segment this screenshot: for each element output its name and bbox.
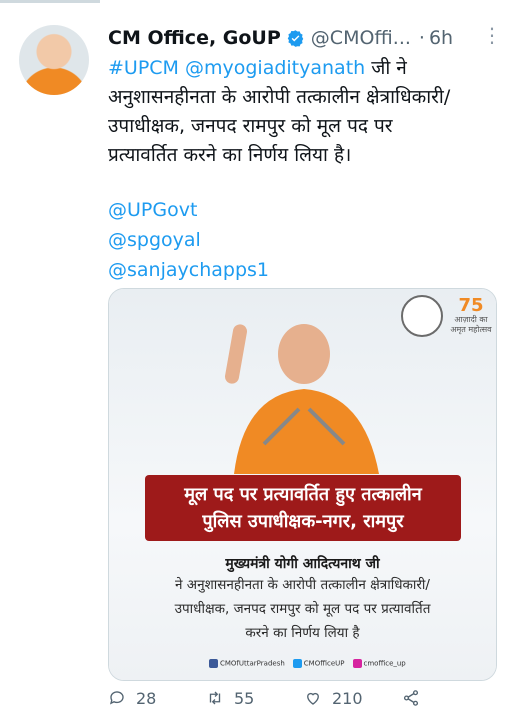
tweet-text-line: प्रत्यावर्तित करने का निर्णय लिया है। — [108, 144, 352, 166]
tweet-text: #UPCM @myogiadityanath जी ने अनुशासनहीनत… — [108, 54, 500, 170]
instagram-icon — [352, 659, 362, 668]
azadi-number: 75 — [458, 295, 484, 316]
hashtag-mention-link[interactable]: #UPCM @myogiadityanath — [108, 57, 365, 79]
tweet-time[interactable]: 6h — [429, 27, 453, 49]
time-separator: · — [418, 27, 425, 49]
tweet-text-line: अनुशासनहीनता के आरोपी तत्कालीन क्षेत्राध… — [108, 86, 451, 108]
tweet-header: CM Office, GoUP @CMOffi... · 6h ⋮ — [108, 24, 502, 52]
mention-link[interactable]: @UPGovt — [108, 195, 269, 225]
mention-link[interactable]: @spgoyal — [108, 225, 269, 255]
caption-heading: मुख्यमंत्री योगी आदित्यनाथ जी — [225, 556, 380, 572]
banner-line: पुलिस उपाधीक्षक-नगर, रामपुर — [202, 511, 404, 532]
more-icon[interactable]: ⋮ — [482, 25, 502, 45]
facebook-icon — [209, 659, 218, 668]
caption-body: ने अनुशासनहीनता के आरोपी तत्कालीन क्षेत्… — [127, 573, 478, 645]
social-handles-bar: CMOfUttarPradesh CMOfficeUP cmoffice_up — [209, 659, 406, 668]
tweet-actions: 28 55 210 — [108, 688, 508, 708]
mentions-list: @UPGovt @spgoyal @sanjaychapps1 — [108, 195, 269, 285]
thread-line — [0, 0, 100, 3]
tweet-media-image[interactable]: 75 आज़ादी का अमृत महोत्सव मूल पद पर प्रत… — [108, 288, 497, 681]
caption-line: करने का निर्णय लिया है — [245, 625, 360, 641]
avatar[interactable] — [19, 25, 89, 95]
headline-banner: मूल पद पर प्रत्यावर्तित हुए तत्कालीन पुल… — [145, 475, 461, 541]
share-icon — [403, 690, 419, 706]
reply-icon — [109, 691, 124, 705]
azadi-logo: 75 आज़ादी का अमृत महोत्सव — [449, 295, 493, 335]
banner-line: मूल पद पर प्रत्यावर्तित हुए तत्कालीन — [184, 484, 422, 505]
azadi-text: आज़ादी का अमृत महोत्सव — [450, 315, 492, 334]
verified-badge-icon — [286, 29, 305, 48]
caption-line: ने अनुशासनहीनता के आरोपी तत्कालीन क्षेत्… — [175, 577, 430, 593]
speaker-photo — [225, 324, 379, 474]
retweet-icon — [209, 691, 221, 705]
tweet-text-line: जी ने — [365, 57, 407, 79]
author-name[interactable]: CM Office, GoUP — [108, 27, 281, 49]
instagram-handle: cmoffice_up — [352, 659, 406, 668]
share-button[interactable] — [402, 689, 430, 707]
tweet-text-line: उपाधीक्षक, जनपद रामपुर को मूल पद पर — [108, 115, 393, 137]
caption-line: उपाधीक्षक, जनपद रामपुर को मूल पद पर प्रत… — [174, 601, 431, 617]
up-emblem-logo — [401, 295, 443, 337]
like-icon — [307, 692, 319, 705]
twitter-handle: CMOfficeUP — [292, 659, 345, 668]
twitter-icon — [292, 659, 302, 668]
facebook-handle: CMOfUttarPradesh — [209, 659, 285, 668]
mention-link[interactable]: @sanjaychapps1 — [108, 255, 269, 285]
author-handle[interactable]: @CMOffi... — [311, 27, 411, 49]
